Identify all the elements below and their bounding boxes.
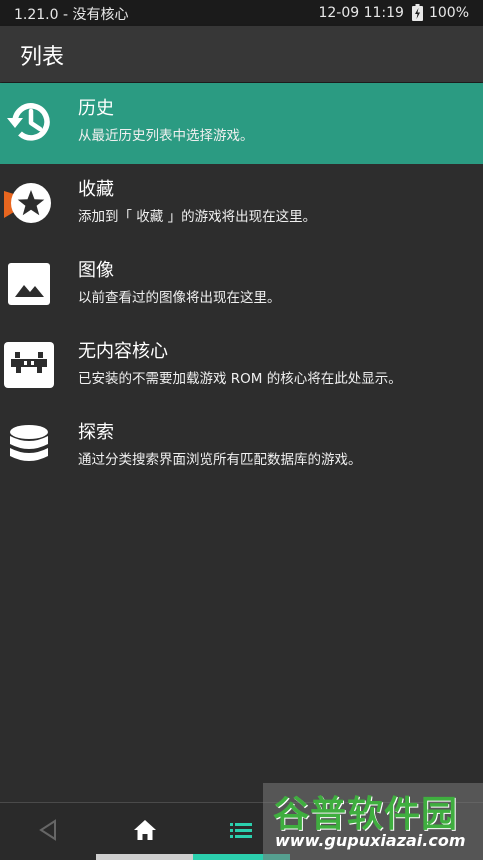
menu-item-text: 无内容核心 已安装的不需要加载游戏 ROM 的核心将在此处显示。 [78,339,475,389]
menu-item-description: 从最近历史列表中选择游戏。 [78,128,254,144]
watermark-url: www.gupuxiazai.com [275,831,466,850]
menu-item-text: 收藏 添加到「 收藏 」的游戏将出现在这里。 [78,177,475,227]
menu-item-description: 添加到「 收藏 」的游戏将出现在这里。 [78,209,317,225]
battery-icon [411,4,423,21]
battery-percent: 100% [428,4,469,21]
page-title: 列表 [20,45,65,70]
menu-item-explore[interactable]: 探索 通过分类搜索界面浏览所有匹配数据库的游戏。 [0,407,483,488]
menu-item-label: 图像 [78,260,114,281]
menu-item-label: 无内容核心 [78,341,168,362]
menu-item-label: 探索 [78,422,114,443]
menu-item-label: 历史 [78,98,114,119]
image-icon [4,259,54,309]
menu-list: 历史 从最近历史列表中选择游戏。 收藏 添加到「 收藏 」的游戏将出现在这里。 … [0,83,483,488]
retroarch-core-icon [4,340,54,390]
menu-item-text: 探索 通过分类搜索界面浏览所有匹配数据库的游戏。 [78,420,475,470]
menu-item-text: 图像 以前查看过的图像将出现在这里。 [78,258,475,308]
menu-item-contentless-cores[interactable]: 无内容核心 已安装的不需要加载游戏 ROM 的核心将在此处显示。 [0,326,483,407]
menu-item-history[interactable]: 历史 从最近历史列表中选择游戏。 [0,83,483,164]
menu-item-favorites[interactable]: 收藏 添加到「 收藏 」的游戏将出现在这里。 [0,164,483,245]
menu-item-description: 以前查看过的图像将出现在这里。 [78,290,281,306]
list-icon[interactable] [226,815,256,845]
app-version-status: 1.21.0 - 没有核心 [14,7,129,23]
nav-indicator-inactive [96,854,193,860]
menu-item-images[interactable]: 图像 以前查看过的图像将出现在这里。 [0,245,483,326]
menu-item-text: 历史 从最近历史列表中选择游戏。 [78,96,475,146]
menu-item-label: 收藏 [78,179,114,200]
watermark-title: 谷普软件园 [273,794,459,835]
status-datetime: 12-09 11:19 [318,4,404,21]
menu-item-description: 已安装的不需要加载游戏 ROM 的核心将在此处显示。 [78,371,402,387]
back-triangle-icon[interactable] [33,815,63,845]
star-icon [4,178,54,228]
home-icon[interactable] [130,815,160,845]
watermark: 谷普软件园 www.gupuxiazai.com [263,783,483,860]
status-right: 12-09 11:19 100% [318,4,469,21]
header-bar: 列表 [0,26,483,82]
status-bar: 1.21.0 - 没有核心 12-09 11:19 100% [0,0,483,26]
history-icon [4,97,54,147]
menu-item-description: 通过分类搜索界面浏览所有匹配数据库的游戏。 [78,452,362,468]
database-icon [4,421,54,471]
